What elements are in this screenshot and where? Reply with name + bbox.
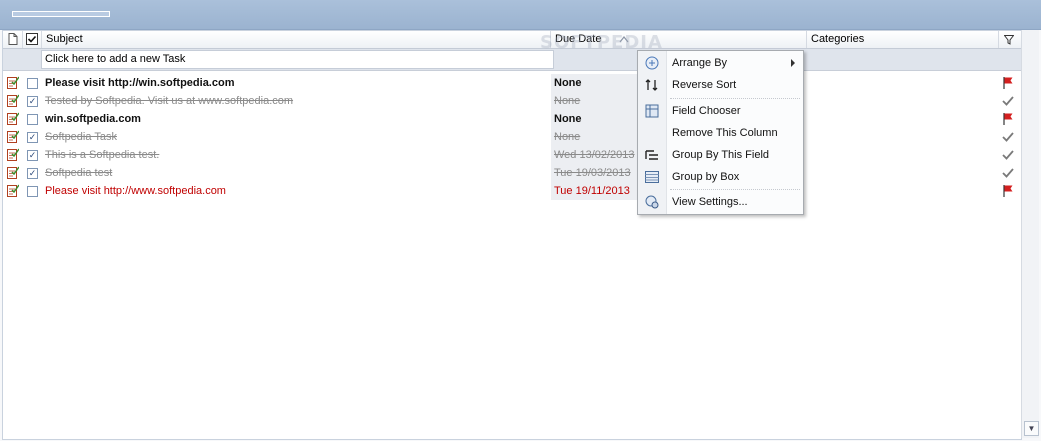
task-subject[interactable]: Tested by Softpedia. Visit us at www.sof… bbox=[45, 92, 545, 110]
group-by-field-icon bbox=[645, 150, 658, 160]
task-subject[interactable]: Please visit http://www.softpedia.com bbox=[45, 182, 545, 200]
task-icon bbox=[7, 148, 19, 161]
menu-label-arrange-by: Arrange By bbox=[672, 57, 728, 69]
task-icon bbox=[7, 130, 19, 143]
menu-item-arrange-by[interactable]: Arrange By bbox=[638, 52, 803, 74]
task-icon bbox=[7, 184, 19, 197]
table-row[interactable]: Please visit http://win.softpedia.com Non… bbox=[3, 74, 1021, 92]
table-row[interactable]: ✓ Tested by Softpedia. Visit us at www.so… bbox=[3, 92, 1021, 110]
arrange-by-icon bbox=[645, 56, 659, 70]
column-header: Subject Due Date Categories bbox=[3, 31, 1021, 49]
task-complete-checkbox[interactable]: ✓ bbox=[27, 150, 38, 161]
new-task-row: Click here to add a new Task bbox=[3, 49, 1021, 71]
header-complete-column[interactable] bbox=[23, 31, 42, 48]
task-subject[interactable]: Softpedia Task bbox=[45, 128, 545, 146]
task-subject[interactable]: This is a Softpedia test. bbox=[45, 146, 545, 164]
title-bar bbox=[0, 0, 1041, 30]
task-due-date[interactable]: None bbox=[551, 92, 642, 110]
vertical-scrollbar[interactable]: ▼ bbox=[1021, 30, 1039, 438]
table-row[interactable]: ✓ This is a Softpedia test. Wed 13/02/2013 bbox=[3, 146, 1021, 164]
reverse-sort-icon bbox=[645, 79, 658, 91]
menu-label-remove-column: Remove This Column bbox=[672, 127, 778, 139]
task-complete-checkbox[interactable]: ✓ bbox=[27, 96, 38, 107]
header-subject[interactable]: Subject bbox=[42, 31, 551, 48]
menu-separator bbox=[670, 98, 800, 99]
completed-check-icon[interactable] bbox=[1001, 148, 1015, 162]
task-complete-checkbox[interactable] bbox=[27, 114, 38, 125]
task-icon bbox=[7, 94, 19, 107]
completed-check-icon[interactable] bbox=[1001, 130, 1015, 144]
task-header-icon bbox=[8, 33, 18, 45]
column-context-menu: Arrange By Reverse Sort Field Chooser Re… bbox=[637, 50, 804, 215]
menu-item-view-settings[interactable]: View Settings... bbox=[638, 191, 803, 213]
flag-icon[interactable] bbox=[1001, 76, 1015, 90]
submenu-arrow-icon bbox=[791, 59, 795, 67]
task-icon bbox=[7, 76, 19, 89]
task-due-date[interactable]: None bbox=[551, 110, 642, 128]
header-categories[interactable]: Categories bbox=[807, 31, 999, 48]
menu-item-field-chooser[interactable]: Field Chooser bbox=[638, 100, 803, 122]
task-due-date[interactable]: Tue 19/11/2013 bbox=[551, 182, 642, 200]
group-by-box-icon bbox=[645, 171, 659, 183]
menu-item-group-by-box[interactable]: Group by Box bbox=[638, 166, 803, 188]
task-due-date[interactable]: None bbox=[551, 128, 642, 146]
task-due-date[interactable]: None bbox=[551, 74, 642, 92]
task-subject[interactable]: Please visit http://win.softpedia.com bbox=[45, 74, 545, 92]
flag-icon[interactable] bbox=[1001, 184, 1015, 198]
scroll-down-button[interactable]: ▼ bbox=[1024, 421, 1039, 436]
checkbox-header-icon bbox=[26, 33, 38, 45]
table-row[interactable]: ✓ Softpedia Task None bbox=[3, 128, 1021, 146]
new-task-input[interactable]: Click here to add a new Task bbox=[41, 50, 554, 69]
filter-icon bbox=[1004, 35, 1014, 45]
menu-item-remove-column[interactable]: Remove This Column bbox=[638, 122, 803, 144]
task-subject[interactable]: win.softpedia.com bbox=[45, 110, 545, 128]
task-list: Subject Due Date Categories Click here t… bbox=[2, 30, 1022, 440]
menu-label-view-settings: View Settings... bbox=[672, 196, 748, 208]
completed-check-icon[interactable] bbox=[1001, 94, 1015, 108]
task-complete-checkbox[interactable]: ✓ bbox=[27, 132, 38, 143]
task-due-date[interactable]: Tue 19/03/2013 bbox=[551, 164, 642, 182]
task-icon bbox=[7, 112, 19, 125]
field-chooser-icon bbox=[645, 104, 659, 118]
menu-label-group-by-box: Group by Box bbox=[672, 171, 740, 183]
menu-separator bbox=[670, 189, 800, 190]
flag-icon[interactable] bbox=[1001, 112, 1015, 126]
menu-label-group-by-field: Group By This Field bbox=[672, 149, 770, 161]
menu-label-reverse-sort: Reverse Sort bbox=[672, 79, 737, 91]
task-complete-checkbox[interactable] bbox=[27, 78, 38, 89]
header-flag-column[interactable] bbox=[999, 31, 1021, 48]
table-row[interactable]: Please visit http://www.softpedia.com Tue… bbox=[3, 182, 1021, 200]
task-due-date[interactable]: Wed 13/02/2013 bbox=[551, 146, 642, 164]
task-complete-checkbox[interactable] bbox=[27, 186, 38, 197]
view-settings-icon bbox=[645, 195, 659, 209]
task-icon bbox=[7, 166, 19, 179]
header-icon-column[interactable] bbox=[3, 31, 23, 48]
task-complete-checkbox[interactable]: ✓ bbox=[27, 168, 38, 179]
table-row[interactable]: win.softpedia.com None bbox=[3, 110, 1021, 128]
menu-item-reverse-sort[interactable]: Reverse Sort bbox=[638, 74, 803, 96]
completed-check-icon[interactable] bbox=[1001, 166, 1015, 180]
search-box[interactable] bbox=[12, 11, 110, 17]
menu-item-group-by-field[interactable]: Group By This Field bbox=[638, 144, 803, 166]
table-row[interactable]: ✓ Softpedia test Tue 19/03/2013 bbox=[3, 164, 1021, 182]
menu-label-field-chooser: Field Chooser bbox=[672, 105, 741, 117]
task-subject[interactable]: Softpedia test bbox=[45, 164, 545, 182]
